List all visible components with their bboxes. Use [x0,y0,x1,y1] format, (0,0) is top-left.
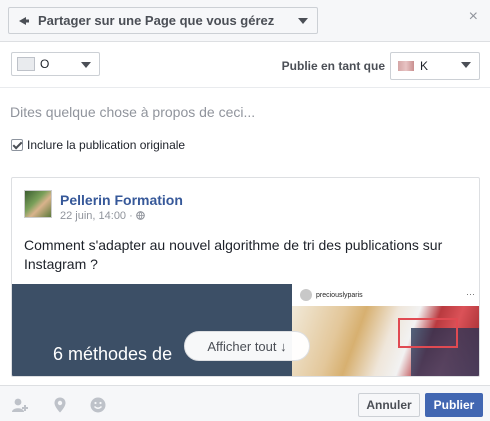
include-original-label: Inclure la publication originale [27,138,186,152]
target-page-value: O [40,57,50,71]
instagram-account: preciouslyparis [316,291,363,299]
instagram-preview: preciouslyparis ··· [292,284,479,376]
emoji-icon[interactable] [89,396,107,414]
tag-people-icon[interactable] [11,396,29,414]
include-original-row[interactable]: Inclure la publication originale [11,138,185,152]
image-slogan: 6 méthodes de [53,344,173,364]
page-thumbnail [17,57,35,71]
chevron-down-icon [461,62,471,68]
share-destination-dropdown[interactable]: Partager sur une Page que vous gérez [8,7,318,34]
composer-input[interactable]: Dites quelque chose à propos de ceci... [10,104,255,120]
cancel-button[interactable]: Annuler [358,393,420,417]
publish-as-dropdown[interactable]: K [390,52,480,80]
more-options-icon: ··· [466,289,475,299]
avatar[interactable] [24,190,52,218]
post-meta: 22 juin, 14:00 · [60,210,145,222]
post-page-name[interactable]: Pellerin Formation [60,192,183,208]
target-page-dropdown[interactable]: O [11,52,100,76]
globe-icon [136,211,145,220]
dialog-header: Partager sur une Page que vous gérez × [0,0,490,42]
publish-as-value: K [420,59,429,73]
show-all-button[interactable]: Afficher tout ↓ [184,331,310,361]
close-icon[interactable]: × [469,9,478,25]
page-thumbnail [398,61,414,71]
instagram-photo [292,306,479,376]
location-pin-icon[interactable] [51,396,69,414]
dialog-footer: Annuler Publier [0,385,490,421]
post-text: Comment s'adapter au nouvel algorithme d… [24,237,443,272]
publish-button[interactable]: Publier [425,393,483,417]
chevron-down-icon [298,18,308,24]
photo-frame [398,318,458,348]
share-icon [18,15,30,27]
instagram-avatar [300,289,312,301]
publish-as-label: Publie en tant que [281,59,385,73]
selector-row: O Publie en tant que K [0,42,490,88]
post-timestamp[interactable]: 22 juin, 14:00 · [60,210,136,222]
instagram-header: preciouslyparis ··· [292,284,479,306]
include-original-checkbox[interactable] [11,139,23,151]
chevron-down-icon [81,62,91,68]
share-destination-label: Partager sur une Page que vous gérez [38,13,275,28]
